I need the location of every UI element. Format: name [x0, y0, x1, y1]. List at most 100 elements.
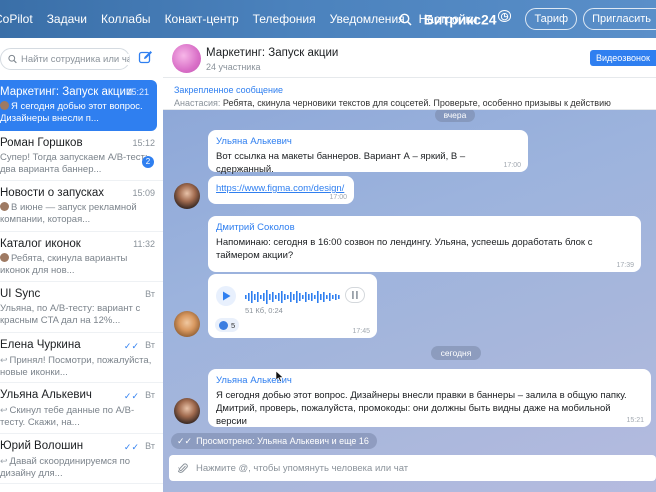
nav-telephony[interactable]: Телефония — [253, 12, 316, 26]
pinned-author: Анастасия: — [174, 98, 221, 108]
read-checks-icon: ✓✓ — [123, 340, 139, 351]
top-right-area: Битрикс24 ◷ Тариф Пригласить — [398, 0, 656, 38]
chat-preview: Супер! Тогда запускаем A/B-тест: два вар… — [0, 151, 148, 175]
top-navigation-bar: CoPilot Задачи Коллабы Конакт-центр Теле… — [0, 0, 656, 38]
search-icon[interactable] — [398, 11, 414, 27]
chat-preview: Давай скоординируемся по дизайну для... — [0, 455, 131, 479]
play-icon[interactable] — [216, 286, 236, 306]
avatar-ulyana[interactable] — [174, 398, 200, 424]
group-avatar[interactable] — [172, 44, 201, 73]
reply-icon: ↩ — [0, 455, 8, 466]
message-time: 17:39 — [616, 262, 634, 269]
logo-text: Битрикс24 — [423, 11, 497, 28]
message-composer[interactable] — [169, 455, 656, 481]
chat-preview-wrap: ↩ Скинул тебе данные по A/B-тесту. Скажи,… — [0, 404, 158, 428]
pinned-text-row: Анастасия: Ребята, скинула черновики тек… — [174, 98, 656, 108]
chat-preview-wrap: В июне — запуск рекламной компании, кото… — [0, 202, 158, 226]
chat-time: Вт — [145, 339, 155, 350]
paperclip-icon[interactable] — [178, 462, 188, 474]
chat-header: Маркетинг: Запуск акции 24 участника Вид… — [163, 38, 656, 78]
message-time: 17:00 — [329, 194, 347, 201]
chat-item-launch-news[interactable]: Новости о запусках 15:09 В июне — запуск… — [0, 181, 163, 232]
chat-preview: Я сегодня добью этот вопрос. Дизайнеры в… — [0, 101, 143, 124]
sender-avatar — [0, 252, 9, 262]
chat-preview: Принял! Посмотри, пожалуйста, новые икон… — [0, 354, 152, 378]
chat-preview-wrap: Ребята, скинула варианты иконок для нов.… — [0, 252, 158, 277]
sender-avatar — [0, 202, 9, 211]
reply-icon: ↩ — [0, 354, 8, 365]
chat-time: 15:09 — [132, 188, 155, 198]
chat-preview: Ребята, скинула варианты иконок для нов.… — [0, 252, 128, 276]
chat-item-icon-catalog[interactable]: Каталог иконок 11:32 Ребята, скинула вар… — [0, 232, 163, 282]
search-icon — [8, 54, 17, 64]
message-bubble[interactable]: Дмитрий Соколов Напоминаю: сегодня в 16:… — [208, 216, 641, 272]
nav-notifications[interactable]: Уведомления — [330, 12, 405, 26]
nav-collabs[interactable]: Коллабы — [101, 12, 151, 26]
member-count[interactable]: 24 участника — [206, 62, 260, 72]
nav-contact-center[interactable]: Конакт-центр — [165, 12, 239, 26]
double-check-icon: ✓✓ — [177, 435, 193, 446]
video-call-button[interactable]: Видеозвонок — [590, 50, 656, 66]
chat-title[interactable]: Маркетинг: Запуск акции — [206, 47, 338, 59]
read-checks-icon: ✓✓ — [123, 391, 139, 401]
pinned-text: Ребята, скинула черновики текстов для со… — [222, 98, 611, 108]
reply-icon: ↩ — [0, 405, 8, 415]
message-text: Вот ссылка на макеты баннеров. Вариант А… — [216, 151, 466, 175]
chat-window: Маркетинг: Запуск акции 24 участника Вид… — [163, 38, 656, 492]
pinned-message[interactable]: Закрепленное сообщение Анастасия: Ребята… — [163, 78, 656, 110]
message-time: 17:00 — [503, 162, 521, 169]
compose-icon[interactable] — [138, 50, 154, 66]
seen-text: Просмотрено: Ульяна Алькевич и еще 16 — [196, 436, 369, 446]
reaction-like[interactable]: 5 — [215, 318, 240, 332]
avatar-ulyana[interactable] — [174, 183, 200, 209]
chat-item-roman-gorshkov[interactable]: Роман Горшков 15:12 Супер! Тогда запуска… — [0, 131, 163, 181]
chat-item-ulyana-alkevich[interactable]: Ульяна Алькевич ✓✓ Вт ↩ Скинул тебе данны… — [0, 383, 163, 434]
figma-link[interactable]: https://www.figma.com/design/ — [216, 183, 344, 194]
message-time: 15:21 — [626, 417, 644, 424]
chat-search-field[interactable] — [0, 48, 130, 70]
chat-search-input[interactable] — [21, 53, 129, 65]
avatar-dmitry[interactable] — [174, 311, 200, 337]
message-author[interactable]: Ульяна Алькевич — [216, 136, 520, 147]
chat-preview-wrap: ↩ Принял! Посмотри, пожалуйста, новые ико… — [0, 354, 158, 378]
mouse-cursor-icon — [275, 369, 284, 387]
chat-preview: Скинул тебе данные по A/B-тесту. Скажи, … — [0, 405, 135, 428]
speed-toggle-icon[interactable] — [345, 287, 365, 303]
read-checks-icon: ✓✓ — [123, 441, 139, 452]
tariff-button[interactable]: Тариф — [525, 8, 578, 30]
chat-item-elena-churkina[interactable]: Елена Чуркина ✓✓ Вт ↩ Принял! Посмотри, п… — [0, 333, 163, 383]
chat-item-ui-sync[interactable]: UI Sync Вт Ульяна, по A/B-тесту: вариант… — [0, 282, 163, 333]
chat-preview: В июне — запуск рекламной компании, кото… — [0, 202, 137, 225]
reaction-count: 5 — [231, 320, 236, 330]
chat-preview-wrap: ↩ Давай скоординируемся по дизайну для... — [0, 455, 158, 479]
nav-tasks[interactable]: Задачи — [47, 12, 87, 26]
seen-indicator[interactable]: ✓✓ Просмотрено: Ульяна Алькевич и еще 16 — [171, 433, 377, 449]
date-divider-today: сегодня — [431, 346, 481, 360]
message-time: 17:45 — [352, 328, 370, 335]
chat-name: UI Sync — [0, 288, 41, 300]
voice-message[interactable]: 51 Кб, 0:24 5 17:45 — [208, 274, 377, 338]
bitrix24-logo[interactable]: Битрикс24 ◷ — [423, 9, 512, 28]
chat-item-marketing[interactable]: Маркетинг: Запуск акции 15:21 Я сегодня … — [0, 80, 157, 131]
message-input[interactable] — [196, 462, 616, 474]
chat-preview: Ульяна, по A/B-тесту: вариант с красным … — [0, 303, 141, 326]
sender-avatar — [0, 101, 9, 110]
audio-waveform[interactable] — [245, 289, 341, 305]
chat-list: Маркетинг: Запуск акции 15:21 Я сегодня … — [0, 80, 163, 484]
unread-badge: 2 — [142, 155, 154, 168]
message-bubble-link[interactable]: https://www.figma.com/design/ 17:00 — [208, 176, 354, 204]
chat-time: Вт — [145, 289, 155, 299]
audio-meta: 51 Кб, 0:24 — [245, 306, 283, 315]
message-bubble[interactable]: Ульяна Алькевич Вот ссылка на макеты бан… — [208, 130, 528, 175]
chat-list-panel: Маркетинг: Запуск акции 15:21 Я сегодня … — [0, 38, 163, 492]
message-area: вчера Ульяна Алькевич Вот ссылка на маке… — [163, 110, 656, 492]
message-bubble[interactable]: Ульяна Алькевич Я сегодня добью этот воп… — [208, 369, 651, 427]
chat-item-yuri-voloshin[interactable]: Юрий Волошин ✓✓ Вт ↩ Давай скоординируемс… — [0, 434, 163, 484]
nav-copilot[interactable]: CoPilot — [0, 12, 33, 26]
chat-time: 11:32 — [133, 238, 155, 249]
chat-preview-wrap: Я сегодня добью этот вопрос. Дизайнеры в… — [0, 101, 152, 125]
chat-time: Вт — [145, 440, 155, 451]
message-text: Я сегодня добью этот вопрос. Дизайнеры в… — [216, 390, 627, 427]
invite-button[interactable]: Пригласить — [583, 8, 656, 30]
message-author[interactable]: Дмитрий Соколов — [216, 222, 633, 233]
